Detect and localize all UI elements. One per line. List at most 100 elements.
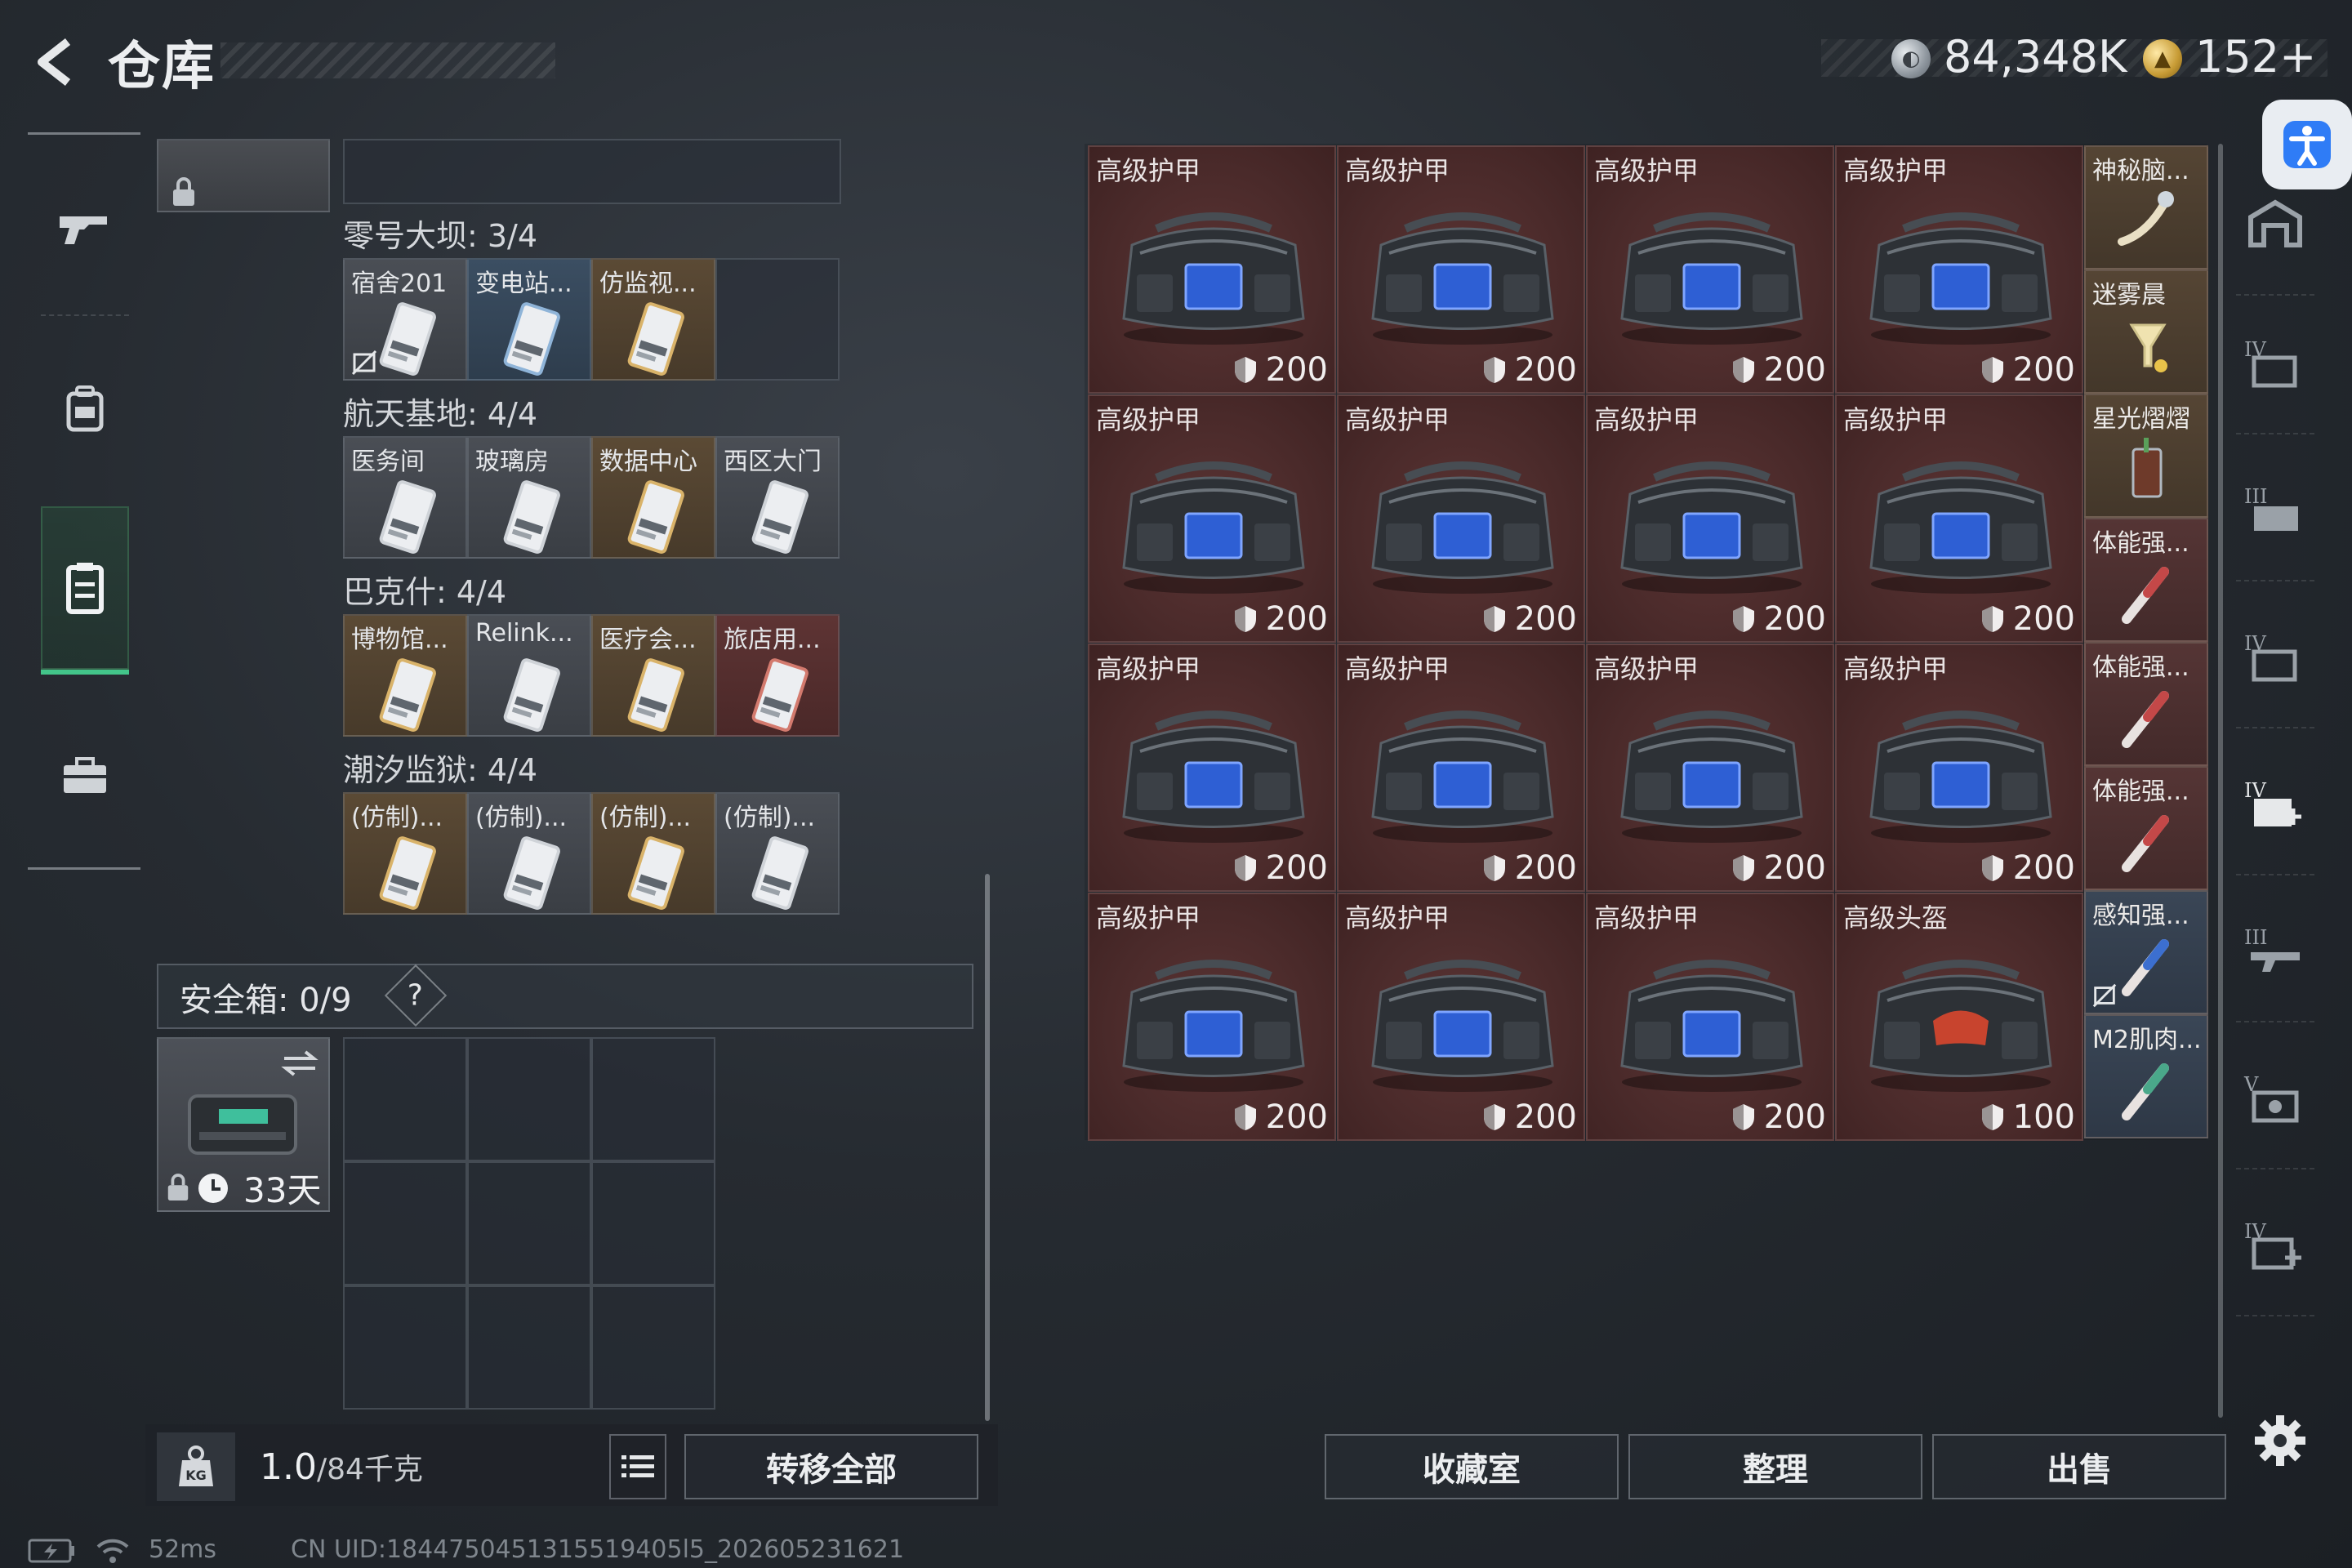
safebox-slot[interactable]: [467, 1161, 591, 1285]
keycard-slot[interactable]: 西区大门: [715, 436, 840, 559]
safebox-case-icon: [188, 1094, 297, 1155]
armor-item[interactable]: 高级护甲 200: [1586, 394, 1834, 643]
key-category-label: 潮汐监狱: 4/4: [343, 752, 538, 788]
keycard-icon: [379, 302, 436, 376]
transfer-all-button[interactable]: 转移全部: [684, 1434, 978, 1499]
armor-item[interactable]: 高级护甲 200: [1586, 644, 1834, 892]
armor-item[interactable]: 高级护甲 200: [1835, 394, 2083, 643]
item-name: 高级护甲: [1345, 902, 1450, 933]
settings-button[interactable]: [2247, 1408, 2313, 1473]
armor-item[interactable]: 高级护甲 200: [1088, 394, 1336, 643]
safebox-slot[interactable]: [591, 1285, 715, 1410]
keycard-slot[interactable]: 仿监视...: [591, 258, 715, 381]
nav-toolbox[interactable]: [41, 710, 129, 841]
keycard-slot[interactable]: (仿制)...: [715, 792, 840, 915]
filter-all[interactable]: [2236, 180, 2314, 270]
consumable-item[interactable]: 星光熠熠: [2084, 394, 2208, 518]
keycard-slot[interactable]: (仿制)...: [343, 792, 467, 915]
armor-item[interactable]: 高级护甲 200: [1337, 644, 1585, 892]
consumable-image: [2115, 557, 2180, 634]
left-panel-scrollbar[interactable]: [985, 874, 990, 1421]
keycard-name: Relink...: [475, 619, 573, 648]
nav-storage[interactable]: [41, 506, 129, 670]
safebox-slot[interactable]: [343, 1037, 467, 1161]
nav-equipment[interactable]: [41, 343, 129, 474]
durability-value: 200: [1514, 1098, 1577, 1136]
consumable-item[interactable]: 神秘脑...: [2084, 145, 2208, 270]
shield-icon: [1483, 357, 1505, 383]
durability: 200: [1980, 849, 2075, 887]
safebox-slot[interactable]: [467, 1285, 591, 1410]
keycard-slot[interactable]: 数据中心: [591, 436, 715, 559]
filter-tier4-medical[interactable]: IV: [2236, 760, 2314, 849]
armor-item[interactable]: 高级护甲 200: [1835, 644, 2083, 892]
consumable-item[interactable]: 体能强...: [2084, 642, 2208, 766]
keycard-slot[interactable]: 宿舍201: [343, 258, 467, 381]
armor-item[interactable]: 高级护甲 200: [1337, 893, 1585, 1141]
keycard-slot[interactable]: 医务间: [343, 436, 467, 559]
keycard-slot[interactable]: 玻璃房: [467, 436, 591, 559]
filter-tier3-equipment[interactable]: III: [2236, 466, 2314, 555]
safebox-slot[interactable]: [343, 1161, 467, 1285]
weight-current: 1.0: [260, 1446, 317, 1488]
keycard-slot[interactable]: 变电站...: [467, 258, 591, 381]
armor-item[interactable]: 高级护甲 200: [1088, 644, 1336, 892]
accessibility-button[interactable]: [2262, 100, 2352, 189]
keycard-slot[interactable]: (仿制)...: [467, 792, 591, 915]
keycard-name: 西区大门: [724, 448, 822, 476]
consumable-item[interactable]: 感知强...: [2084, 890, 2208, 1014]
filter-tier3-weapon[interactable]: III: [2236, 906, 2314, 996]
keycard-name: 博物馆...: [351, 626, 448, 654]
keycard-slot[interactable]: 医疗会...: [591, 614, 715, 737]
locked-container-slot[interactable]: [157, 139, 330, 212]
keycard-icon: [751, 658, 808, 732]
safebox-slot[interactable]: [467, 1037, 591, 1161]
item-name: 体能强...: [2092, 777, 2189, 806]
inventory-scrollbar[interactable]: [2218, 144, 2223, 1418]
collection-room-button[interactable]: 收藏室: [1325, 1434, 1619, 1499]
nav-separator: [41, 314, 129, 316]
safebox-slot[interactable]: [591, 1161, 715, 1285]
keycard-name: 医疗会...: [599, 626, 697, 654]
keycard-slot[interactable]: 博物馆...: [343, 614, 467, 737]
consumable-item[interactable]: 体能强...: [2084, 766, 2208, 890]
filter-tier4-storage-b[interactable]: IV: [2236, 612, 2314, 702]
armor-item[interactable]: 高级护甲 200: [1337, 145, 1585, 394]
shield-icon: [1483, 606, 1505, 632]
sell-button[interactable]: 出售: [1932, 1434, 2226, 1499]
filter-tier4-storage[interactable]: IV: [2236, 318, 2314, 408]
nav-weapons[interactable]: [41, 163, 129, 294]
armor-item[interactable]: 高级护甲 200: [1088, 145, 1336, 394]
safebox-slot[interactable]: [591, 1037, 715, 1161]
key-category-label: 巴克什: 4/4: [343, 574, 507, 610]
helmet-item[interactable]: 高级头盔 100: [1835, 893, 2083, 1141]
keycard-slot[interactable]: Relink...: [467, 614, 591, 737]
armor-item[interactable]: 高级护甲 200: [1088, 893, 1336, 1141]
lock-icon: [167, 1174, 189, 1201]
safebox-slot[interactable]: [343, 1285, 467, 1410]
consumable-item[interactable]: 迷雾晨: [2084, 270, 2208, 394]
svg-text:III: III: [2244, 485, 2267, 508]
armor-bag-image: [1107, 445, 1320, 604]
keycard-slot[interactable]: (仿制)...: [591, 792, 715, 915]
armor-item[interactable]: 高级护甲 200: [1835, 145, 2083, 394]
filter-tier4-medical-b[interactable]: IV: [2236, 1200, 2314, 1290]
item-name: 高级头盔: [1843, 902, 1949, 933]
armor-bag-image: [1606, 694, 1818, 853]
armor-item[interactable]: 高级护甲 200: [1586, 145, 1834, 394]
organize-button[interactable]: 整理: [1628, 1434, 1922, 1499]
keycard-image: [748, 479, 812, 557]
keycard-slot[interactable]: 旅店用...: [715, 614, 840, 737]
helmet-image: [1855, 943, 2067, 1102]
list-view-button[interactable]: [609, 1434, 666, 1499]
back-button[interactable]: [24, 29, 90, 95]
armor-item[interactable]: 高级护甲 200: [1586, 893, 1834, 1141]
durability-value: 200: [2012, 849, 2075, 887]
item-name: 高级护甲: [1843, 155, 1949, 186]
consumable-item[interactable]: 体能强...: [2084, 518, 2208, 642]
gold-currency-value[interactable]: 152+: [2195, 31, 2316, 82]
weight-lock-button[interactable]: KG: [157, 1432, 235, 1501]
armor-item[interactable]: 高级护甲 200: [1337, 394, 1585, 643]
filter-tier5-tech[interactable]: V: [2236, 1054, 2314, 1143]
consumable-item[interactable]: M2肌肉...: [2084, 1014, 2208, 1138]
